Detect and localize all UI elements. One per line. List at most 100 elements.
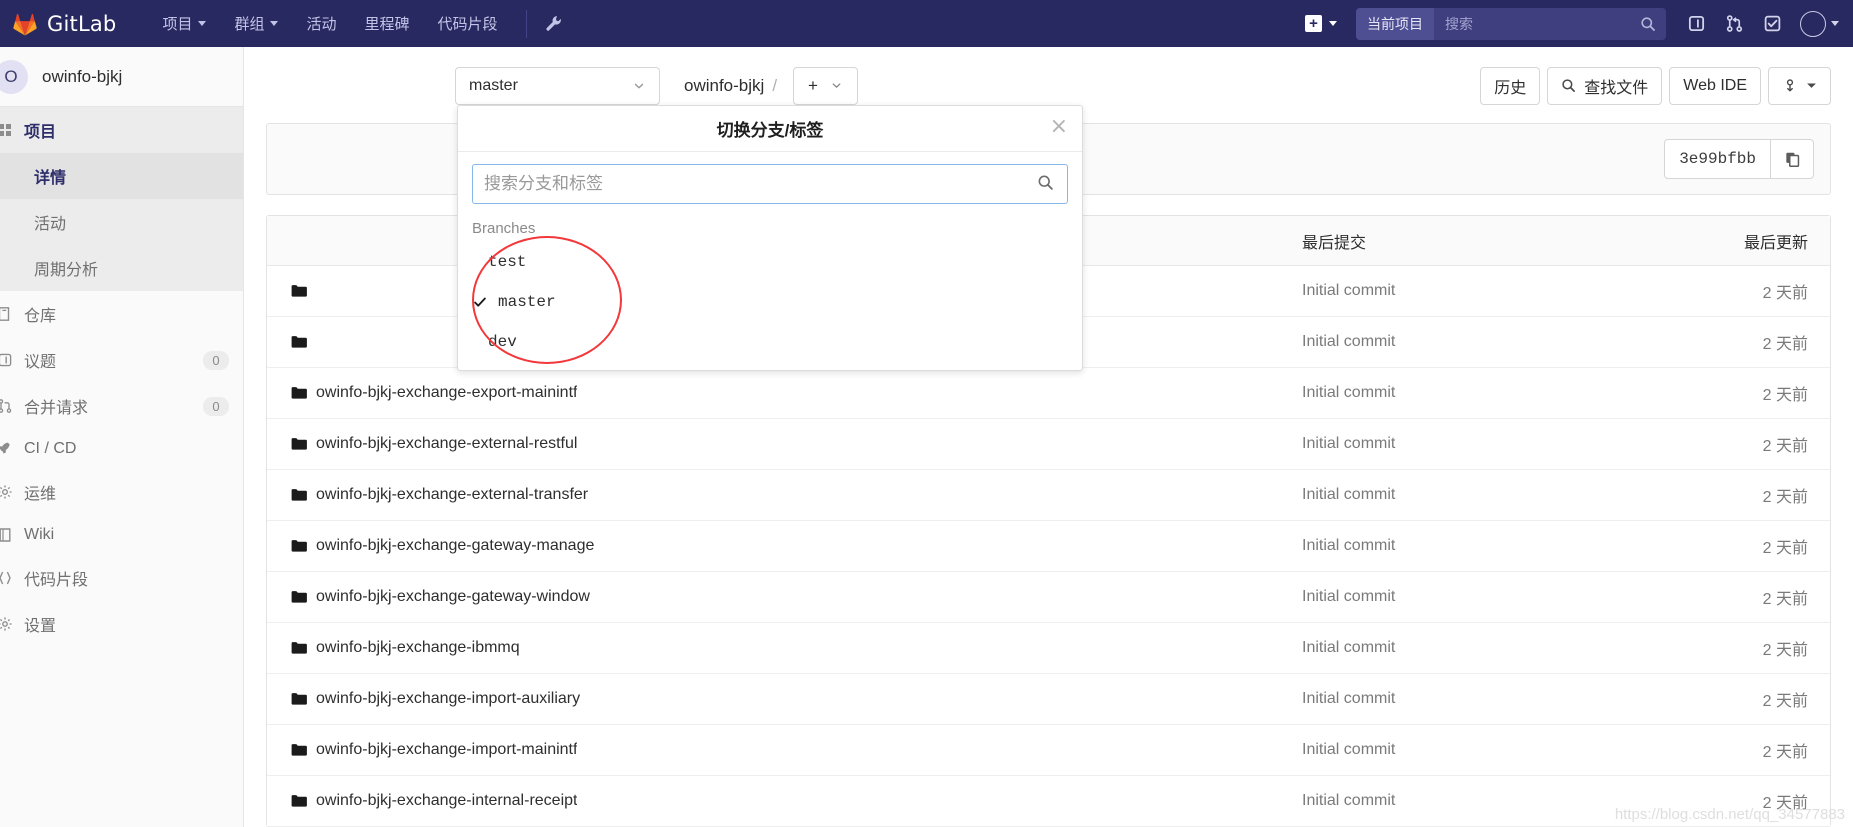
sidebar-item-merge-requests[interactable]: 合并请求 0	[0, 383, 243, 429]
file-row-updated-cell: 2 天前	[1762, 642, 1808, 659]
sidebar-project-header[interactable]: O owinfo-bjkj	[0, 47, 243, 107]
sidebar-item-project[interactable]: 项目	[0, 107, 243, 153]
table-row[interactable]: owinfo-bjkj-exchange-import-mainintf Ini…	[267, 725, 1830, 776]
close-icon[interactable]: ×	[1050, 116, 1068, 138]
file-row-commit-cell[interactable]: Initial commit	[1280, 588, 1660, 606]
global-search-box[interactable]: 当前项目 搜索	[1356, 7, 1666, 40]
file-row-updated-cell: 2 天前	[1762, 387, 1808, 404]
sidebar-item-operations[interactable]: 运维	[0, 469, 243, 515]
file-name-link[interactable]: owinfo-bjkj-exchange-external-restful	[316, 435, 577, 453]
sidebar-project-name: owinfo-bjkj	[42, 66, 123, 86]
table-row[interactable]: owinfo-bjkj-exchange-gateway-window Init…	[267, 572, 1830, 623]
branch-switcher-dropdown: 切换分支/标签 × Branches test master dev	[457, 105, 1083, 371]
file-name-link[interactable]: owinfo-bjkj-exchange-import-auxiliary	[316, 690, 580, 708]
file-row-commit-cell[interactable]: Initial commit	[1280, 537, 1660, 555]
download-source-button[interactable]	[1768, 66, 1831, 105]
branch-search-input[interactable]	[472, 164, 1068, 204]
sidebar-item-cycle-analytics[interactable]: 周期分析	[0, 245, 243, 291]
sidebar-item-project-label: 项目	[24, 124, 57, 141]
admin-area-button[interactable]	[537, 11, 570, 36]
branch-option-test-label: test	[488, 253, 527, 271]
user-menu-button[interactable]	[1792, 10, 1839, 37]
file-name-link[interactable]: owinfo-bjkj-exchange-gateway-manage	[316, 537, 594, 555]
sidebar-item-details-label: 详情	[34, 170, 67, 187]
topnav-item-projects[interactable]: 项目	[148, 7, 220, 40]
branch-option-master[interactable]: master	[458, 282, 1082, 322]
sidebar-item-wiki[interactable]: Wiki	[0, 515, 243, 555]
topnav-item-milestones[interactable]: 里程碑	[351, 7, 424, 40]
file-row-name-cell[interactable]: owinfo-bjkj-exchange-export-mainintf	[267, 384, 1280, 402]
table-row[interactable]: owinfo-bjkj-exchange-external-restful In…	[267, 419, 1830, 470]
todos-nav-button[interactable]	[1754, 7, 1790, 41]
file-name-link[interactable]: owinfo-bjkj-exchange-export-mainintf	[316, 384, 577, 402]
project-sidebar: O owinfo-bjkj 项目 详情 活动 周期分析 仓库 议题 0 合并请求…	[0, 47, 244, 827]
history-button[interactable]: 历史	[1480, 66, 1541, 105]
issues-icon	[0, 352, 13, 368]
add-to-repository-button[interactable]: +	[793, 66, 858, 105]
table-row[interactable]: owinfo-bjkj-exchange-export-mainintf Ini…	[267, 368, 1830, 419]
folder-icon	[291, 335, 307, 349]
file-row-commit-cell[interactable]: Initial commit	[1280, 384, 1660, 402]
search-input[interactable]: 搜索	[1434, 14, 1666, 34]
folder-icon	[291, 794, 307, 808]
table-row[interactable]: owinfo-bjkj-exchange-internal-receipt In…	[267, 776, 1830, 827]
sidebar-item-activity[interactable]: 活动	[0, 199, 243, 245]
file-name-link[interactable]: owinfo-bjkj-exchange-gateway-window	[316, 588, 590, 606]
merge-requests-nav-button[interactable]	[1716, 7, 1752, 41]
file-row-commit-cell[interactable]: Initial commit	[1280, 486, 1660, 504]
issues-nav-button[interactable]	[1678, 7, 1714, 41]
topnav-item-milestones-label: 里程碑	[364, 16, 410, 33]
sidebar-item-repository[interactable]: 仓库	[0, 291, 243, 337]
create-new-button[interactable]: +	[1296, 10, 1346, 37]
file-row-name-cell[interactable]: owinfo-bjkj-exchange-external-transfer	[267, 486, 1280, 504]
search-icon	[1562, 79, 1576, 92]
web-ide-button[interactable]: Web IDE	[1669, 66, 1761, 105]
file-name-link[interactable]: owinfo-bjkj-exchange-external-transfer	[316, 486, 588, 504]
topnav-item-groups[interactable]: 群组	[220, 7, 292, 40]
branch-option-test[interactable]: test	[458, 242, 1082, 282]
sidebar-item-settings[interactable]: 设置	[0, 601, 243, 647]
file-row-name-cell[interactable]: owinfo-bjkj-exchange-gateway-window	[267, 588, 1280, 606]
sidebar-item-snippets[interactable]: 代码片段	[0, 555, 243, 601]
file-row-commit-cell[interactable]: Initial commit	[1280, 435, 1660, 453]
find-file-button[interactable]: 查找文件	[1547, 66, 1663, 105]
file-row-commit-cell[interactable]: Initial commit	[1280, 690, 1660, 708]
file-row-name-cell[interactable]: owinfo-bjkj-exchange-import-mainintf	[267, 741, 1280, 759]
file-row-commit-cell[interactable]: Initial commit	[1280, 333, 1660, 351]
topnav-item-activity[interactable]: 活动	[292, 7, 350, 40]
table-row[interactable]: owinfo-bjkj-exchange-import-auxiliary In…	[267, 674, 1830, 725]
gitlab-app-window: GitLab 项目 群组 活动 里程碑 代码片段 + 当前项目 搜索 O owi…	[0, 0, 1853, 827]
file-row-name-cell[interactable]: owinfo-bjkj-exchange-ibmmq	[267, 639, 1280, 657]
table-row[interactable]: owinfo-bjkj-exchange-gateway-manage Init…	[267, 521, 1830, 572]
table-row[interactable]: owinfo-bjkj-exchange-ibmmq Initial commi…	[267, 623, 1830, 674]
commit-hash-value[interactable]: 3e99bfbb	[1665, 140, 1771, 178]
file-row-commit-cell[interactable]: Initial commit	[1280, 792, 1660, 810]
branch-option-dev[interactable]: dev	[458, 322, 1082, 362]
file-row-name-cell[interactable]: owinfo-bjkj-exchange-import-auxiliary	[267, 690, 1280, 708]
gitlab-logo-home-link[interactable]: GitLab	[0, 11, 116, 37]
folder-icon	[291, 539, 307, 553]
file-name-link[interactable]: owinfo-bjkj-exchange-import-mainintf	[316, 741, 577, 759]
file-name-link[interactable]: owinfo-bjkj-exchange-internal-receipt	[316, 792, 577, 810]
sidebar-item-settings-label: 设置	[24, 618, 57, 635]
todos-check-icon	[1764, 15, 1780, 32]
copy-commit-hash-button[interactable]	[1771, 140, 1813, 178]
file-row-commit-cell[interactable]: Initial commit	[1280, 639, 1660, 657]
file-row-name-cell[interactable]: owinfo-bjkj-exchange-internal-receipt	[267, 792, 1280, 810]
branch-switcher-button[interactable]: master	[455, 66, 660, 105]
file-row-commit-cell[interactable]: Initial commit	[1280, 282, 1660, 300]
file-row-updated-cell: 2 天前	[1762, 693, 1808, 710]
file-name-link[interactable]: owinfo-bjkj-exchange-ibmmq	[316, 639, 520, 657]
sidebar-item-ci-cd[interactable]: CI / CD	[0, 429, 243, 469]
table-row[interactable]: owinfo-bjkj-exchange-external-transfer I…	[267, 470, 1830, 521]
sidebar-item-issues[interactable]: 议题 0	[0, 337, 243, 383]
topnav-item-snippets[interactable]: 代码片段	[424, 7, 512, 40]
breadcrumb-repo-link[interactable]: owinfo-bjkj	[684, 76, 764, 96]
sidebar-item-details[interactable]: 详情	[0, 153, 243, 199]
watermark-text: https://blog.csdn.net/qq_34577883	[1614, 806, 1845, 823]
file-row-name-cell[interactable]: owinfo-bjkj-exchange-gateway-manage	[267, 537, 1280, 555]
search-scope-label[interactable]: 当前项目	[1356, 7, 1434, 40]
folder-icon	[291, 641, 307, 655]
file-row-commit-cell[interactable]: Initial commit	[1280, 741, 1660, 759]
file-row-name-cell[interactable]: owinfo-bjkj-exchange-external-restful	[267, 435, 1280, 453]
